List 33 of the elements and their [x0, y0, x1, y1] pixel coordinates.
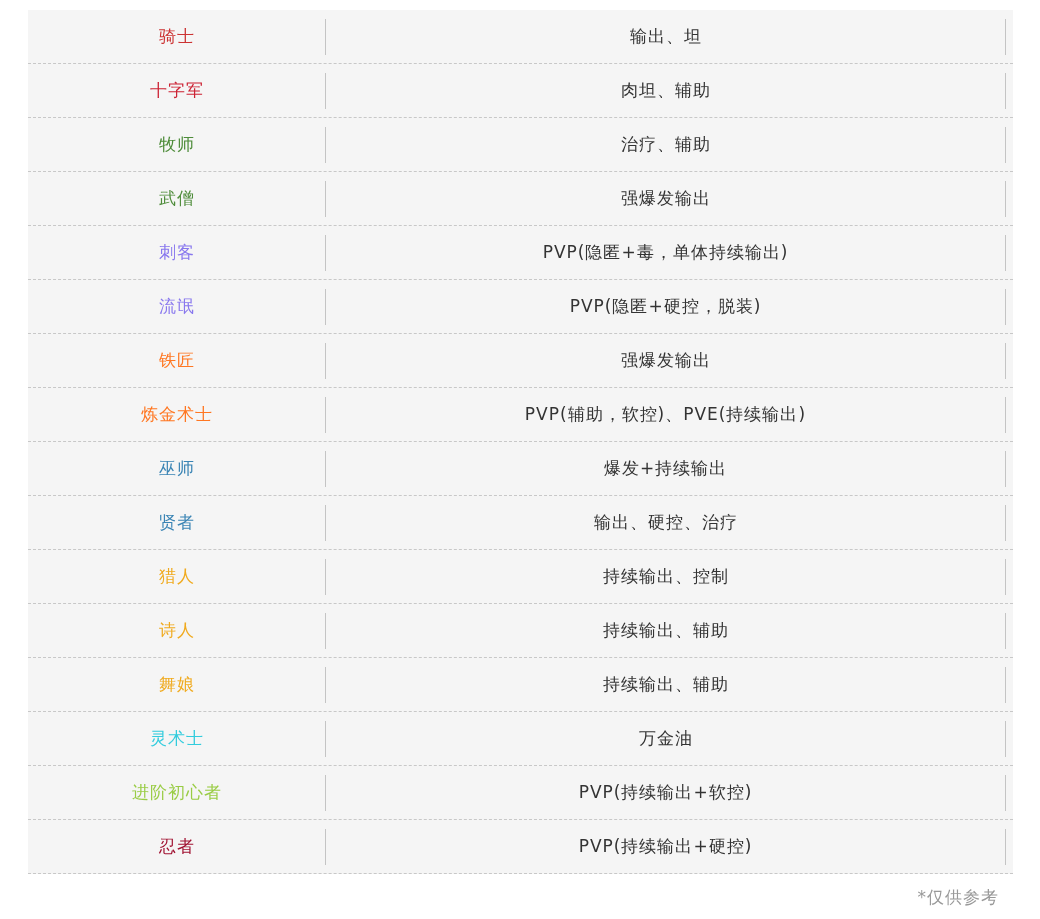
role-cell: 爆发+持续输出 — [326, 450, 1006, 487]
role-cell: PVP(辅助，软控)、PVE(持续输出) — [326, 396, 1006, 433]
class-name-cell: 贤者 — [28, 504, 326, 541]
role-cell: 万金油 — [326, 720, 1006, 757]
class-name-cell: 牧师 — [28, 126, 326, 163]
class-name-cell: 流氓 — [28, 288, 326, 325]
class-name-cell: 铁匠 — [28, 342, 326, 379]
class-name-cell: 忍者 — [28, 828, 326, 865]
footnote: *仅供参考 — [917, 886, 999, 909]
role-cell: PVP(持续输出+硬控) — [326, 828, 1006, 865]
class-name-cell: 猎人 — [28, 558, 326, 595]
role-cell: 输出、坦 — [326, 18, 1006, 55]
role-cell: PVP(持续输出+软控) — [326, 774, 1006, 811]
class-name-cell: 舞娘 — [28, 666, 326, 703]
class-name-cell: 十字军 — [28, 72, 326, 109]
class-name-cell: 进阶初心者 — [28, 774, 326, 811]
role-cell: 持续输出、辅助 — [326, 666, 1006, 703]
role-cell: 输出、硬控、治疗 — [326, 504, 1006, 541]
class-name-cell: 骑士 — [28, 18, 326, 55]
role-cell: 治疗、辅助 — [326, 126, 1006, 163]
role-cell: PVP(隐匿+毒，单体持续输出) — [326, 234, 1006, 271]
class-name-cell: 刺客 — [28, 234, 326, 271]
role-cell: 强爆发输出 — [326, 180, 1006, 217]
role-cell: 肉坦、辅助 — [326, 72, 1006, 109]
role-cell: 持续输出、控制 — [326, 558, 1006, 595]
class-name-cell: 巫师 — [28, 450, 326, 487]
role-cell: 强爆发输出 — [326, 342, 1006, 379]
role-cell: 持续输出、辅助 — [326, 612, 1006, 649]
class-name-cell: 炼金术士 — [28, 396, 326, 433]
class-name-cell: 灵术士 — [28, 720, 326, 757]
role-cell: PVP(隐匿+硬控，脱装) — [326, 288, 1006, 325]
class-name-cell: 武僧 — [28, 180, 326, 217]
class-name-cell: 诗人 — [28, 612, 326, 649]
